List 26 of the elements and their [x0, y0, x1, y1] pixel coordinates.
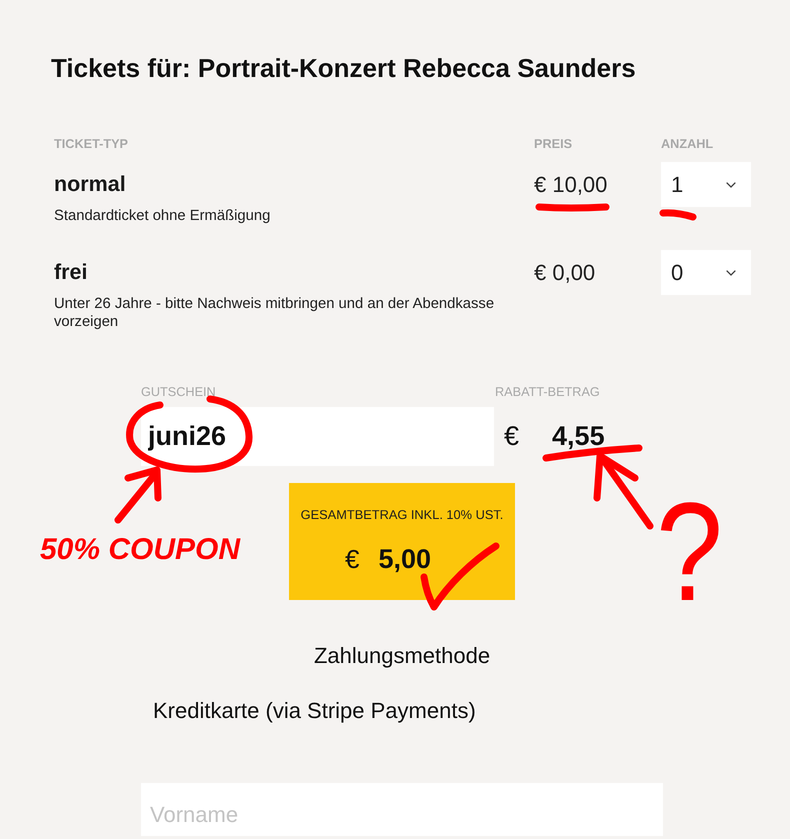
- total-label: GESAMTBETRAG INKL. 10% UST.: [300, 506, 504, 522]
- column-header: PREIS: [534, 137, 572, 152]
- ticket-price: € 0,00: [534, 260, 596, 286]
- quantity-select[interactable]: 1: [661, 162, 751, 207]
- payment-method: Kreditkarte (via Stripe Payments): [153, 698, 476, 724]
- ticket-price: € 10,00: [534, 172, 608, 198]
- page-title: Tickets für: Portrait-Konzert Rebecca Saunders: [51, 53, 636, 83]
- chevron-down-icon: [726, 270, 736, 276]
- discount-label: RABATT-BETRAG: [494, 384, 600, 400]
- first-name-input[interactable]: Vorname: [141, 783, 663, 836]
- question-note: ?: [656, 496, 723, 608]
- discount-amount: 4,55: [552, 421, 605, 452]
- currency-symbol: €: [345, 544, 360, 575]
- column-header: ANZAHL: [661, 137, 714, 152]
- quantity-select[interactable]: 0: [661, 250, 751, 295]
- currency-symbol: €: [504, 421, 520, 452]
- ticket-description: Unter 26 Jahre - bitte Nachweis mitbringen und an der Abendkasse vorzeigen: [54, 295, 496, 331]
- payment-heading: Zahlungsmethode: [314, 643, 490, 669]
- ticket-name: normal: [54, 171, 126, 198]
- total-amount: 5,00: [378, 544, 432, 575]
- coupon-label: GUTSCHEIN: [141, 384, 216, 400]
- ticket-name: frei: [54, 259, 88, 286]
- coupon-note: 50% COUPON: [40, 535, 240, 565]
- column-header: TICKET-TYP: [54, 137, 128, 152]
- ticket-description: Standardticket ohne Ermäßigung: [54, 207, 270, 225]
- chevron-down-icon: [726, 182, 736, 188]
